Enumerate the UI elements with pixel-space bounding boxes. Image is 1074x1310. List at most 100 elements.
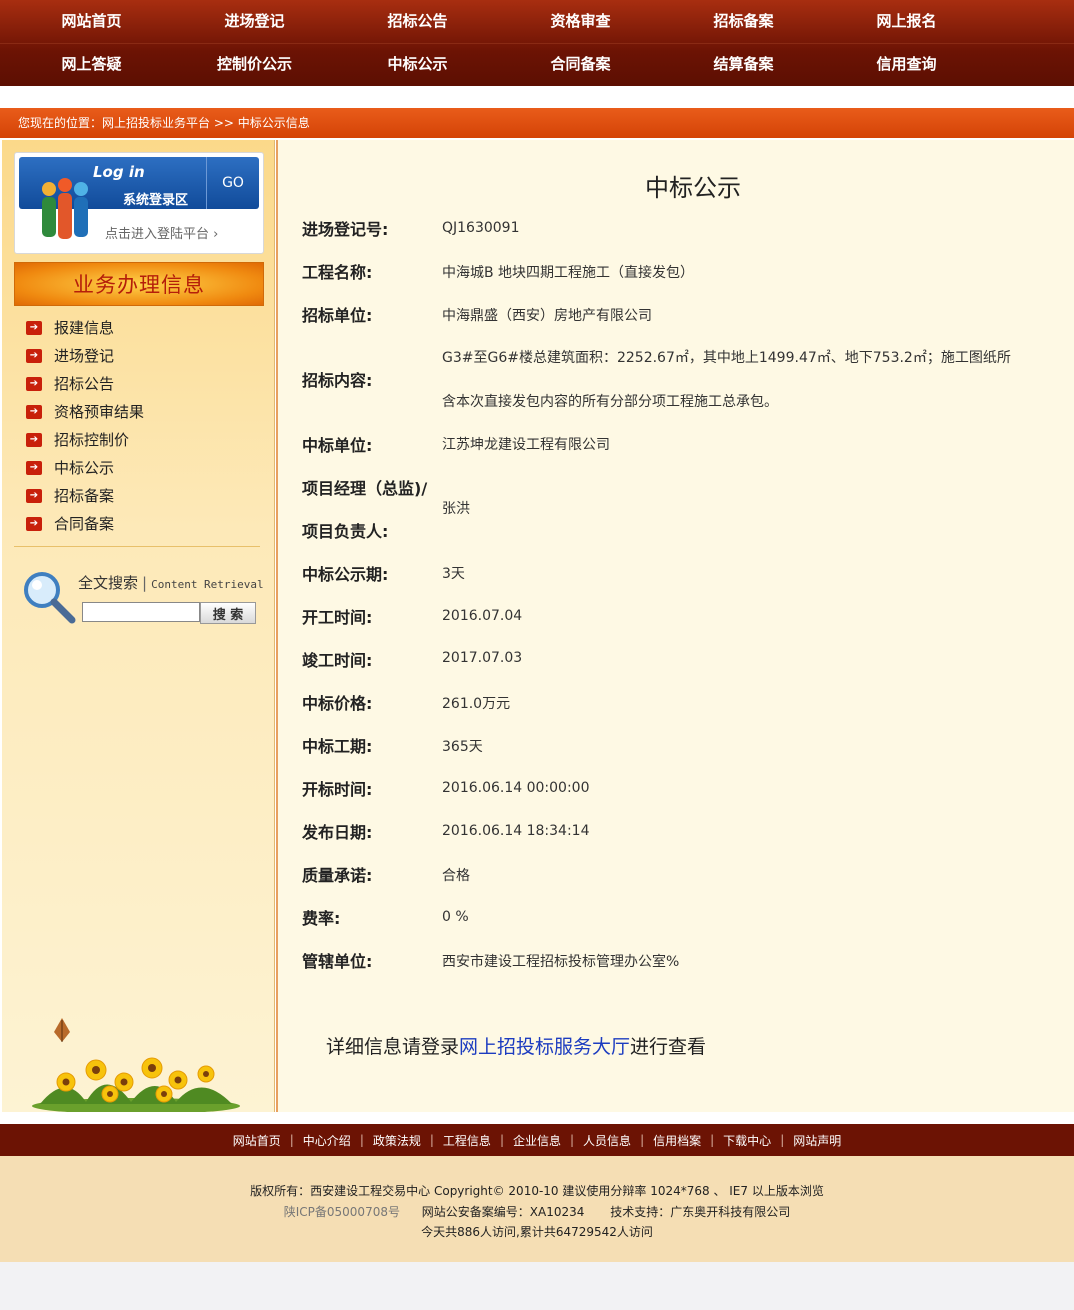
arrow-right-icon: ➔ xyxy=(26,461,42,475)
business-info-list: ➔ 报建信息 ➔ 进场登记 ➔ 招标公告 ➔ 资格预审结果 ➔ 招标控制价 ➔ 中标公示 ➔… xyxy=(26,314,256,538)
footer-link-downloads[interactable]: 下载中心 xyxy=(723,1132,771,1149)
value-entry-number: QJ1630091 xyxy=(442,220,520,236)
nav-tender-announcement[interactable]: 招标公告 xyxy=(336,0,499,43)
arrow-right-icon: ➔ xyxy=(26,349,42,363)
value-winning-price: 261.0万元 xyxy=(442,696,511,712)
icp-link[interactable]: 陕ICP备05000708号 xyxy=(284,1205,400,1219)
value-start-date: 2016.07.04 xyxy=(442,608,523,624)
search-button[interactable]: 搜 索 xyxy=(200,602,256,624)
search-input[interactable] xyxy=(82,602,200,622)
top-nav-row-2: 网上答疑 控制价公示 中标公示 合同备案 结算备案 信用查询 xyxy=(0,43,1074,86)
detail-login-note: 详细信息请登录网上招投标服务大厅进行查看 xyxy=(326,1036,707,1058)
visit-counter: 今天共886人访问,累计共64729542人访问 xyxy=(421,1225,653,1239)
nav-qualification-review[interactable]: 资格审查 xyxy=(499,0,662,43)
label-bid-opening-time: 开标时间: xyxy=(302,780,373,799)
footer-link-policies[interactable]: 政策法规 xyxy=(373,1132,421,1149)
footer-link-credit[interactable]: 信用档案 xyxy=(653,1132,701,1149)
footer-link-statement[interactable]: 网站声明 xyxy=(793,1132,841,1149)
value-completion-date: 2017.07.03 xyxy=(442,650,523,666)
people-icon xyxy=(42,178,88,239)
label-winning-price: 中标价格: xyxy=(302,694,373,713)
value-project-manager: 张洪 xyxy=(442,501,470,517)
business-info-title: 业务办理信息 xyxy=(14,262,264,306)
value-notice-period: 3天 xyxy=(442,566,465,582)
arrow-right-icon: ➔ xyxy=(26,517,42,531)
footer-link-companies[interactable]: 企业信息 xyxy=(513,1132,561,1149)
breadcrumb: 您现在的位置：网上招投标业务平台 >> 中标公示信息 xyxy=(0,108,1074,138)
value-publish-date: 2016.06.14 18:34:14 xyxy=(442,823,590,839)
footer-link-personnel[interactable]: 人员信息 xyxy=(583,1132,631,1149)
copyright-text: 版权所有：西安建设工程交易中心 Copyright© 2010-10 建议使用分… xyxy=(250,1184,824,1198)
chevron-right-icon: › xyxy=(213,227,219,242)
label-fee-rate: 费率: xyxy=(302,909,341,928)
nav-online-registration[interactable]: 网上报名 xyxy=(825,0,988,43)
search-label: 全文搜索 | Content Retrieval xyxy=(78,574,264,592)
footer-navigation: 网站首页 | 中心介绍 | 政策法规 | 工程信息 | 企业信息 | 人员信息 | 信用档案… xyxy=(0,1124,1074,1156)
arrow-right-icon: ➔ xyxy=(26,489,42,503)
sidebar-divider xyxy=(14,546,260,547)
label-construction-period: 中标工期: xyxy=(302,737,373,756)
nav-credit-query[interactable]: 信用查询 xyxy=(825,43,988,86)
biz-item-tender-filing[interactable]: ➔ 招标备案 xyxy=(26,482,256,510)
value-tender-unit: 中海鼎盛（西安）房地产有限公司 xyxy=(442,308,652,324)
value-tender-content-line2: 含本次直接发包内容的所有分部分项工程施工总承包。 xyxy=(442,394,778,410)
label-notice-period: 中标公示期: xyxy=(302,565,389,584)
label-publish-date: 发布日期: xyxy=(302,823,373,842)
login-system-label: 系统登录区 xyxy=(123,193,189,208)
value-jurisdiction-unit: 西安市建设工程招标投标管理办公室% xyxy=(442,954,680,970)
sidebar: Log in 系统登录区 GO 点击进入登陆平台 › 业务办理信息 ➔ 报建信息 … xyxy=(2,140,275,1112)
biz-item-tender-announcement[interactable]: ➔ 招标公告 xyxy=(26,370,256,398)
value-project-name: 中海城B 地块四期工程施工（直接发包） xyxy=(442,265,695,281)
label-entry-number: 进场登记号: xyxy=(302,220,389,239)
label-quality-commitment: 质量承诺: xyxy=(302,866,373,885)
nav-entry-registration[interactable]: 进场登记 xyxy=(173,0,336,43)
label-tender-content: 招标内容: xyxy=(302,371,373,390)
biz-item-construction-report[interactable]: ➔ 报建信息 xyxy=(26,314,256,342)
nav-contract-filing[interactable]: 合同备案 xyxy=(499,43,662,86)
nav-tender-filing[interactable]: 招标备案 xyxy=(662,0,825,43)
filing-info: 陕ICP备05000708号 网站公安备案编号：XA10234 技术支持：广东奥… xyxy=(0,1203,1074,1220)
label-project-manager: 项目经理（总监)/ xyxy=(302,479,428,498)
biz-item-award-notice[interactable]: ➔ 中标公示 xyxy=(26,454,256,482)
login-box[interactable]: Log in 系统登录区 GO 点击进入登陆平台 › xyxy=(14,152,264,254)
arrow-right-icon: ➔ xyxy=(26,405,42,419)
arrow-right-icon: ➔ xyxy=(26,321,42,335)
nav-award-notice[interactable]: 中标公示 xyxy=(336,43,499,86)
police-record: 网站公安备案编号：XA10234 xyxy=(421,1205,585,1219)
label-winning-unit: 中标单位: xyxy=(302,436,373,455)
page: 网站首页 进场登记 招标公告 资格审查 招标备案 网上报名 网上答疑 控制价公示… xyxy=(0,0,1074,1262)
biz-item-prequalification-result[interactable]: ➔ 资格预审结果 xyxy=(26,398,256,426)
biz-item-control-price[interactable]: ➔ 招标控制价 xyxy=(26,426,256,454)
sunflower-decoration xyxy=(32,1018,240,1112)
nav-online-qa[interactable]: 网上答疑 xyxy=(10,43,173,86)
go-button[interactable]: GO xyxy=(206,157,259,209)
arrow-right-icon: ➔ xyxy=(26,377,42,391)
label-project-name: 工程名称: xyxy=(302,263,373,282)
label-start-date: 开工时间: xyxy=(302,608,373,627)
footer-link-projects[interactable]: 工程信息 xyxy=(443,1132,491,1149)
service-hall-link[interactable]: 网上招投标服务大厅 xyxy=(459,1036,630,1058)
value-construction-period: 365天 xyxy=(442,739,483,755)
label-tender-unit: 招标单位: xyxy=(302,306,373,325)
nav-control-price[interactable]: 控制价公示 xyxy=(173,43,336,86)
nav-settlement-filing[interactable]: 结算备案 xyxy=(662,43,825,86)
footer-link-home[interactable]: 网站首页 xyxy=(233,1132,281,1149)
login-title: Log in xyxy=(93,163,145,181)
nav-home[interactable]: 网站首页 xyxy=(10,0,173,43)
breadcrumb-text: 您现在的位置：网上招投标业务平台 >> 中标公示信息 xyxy=(18,116,310,130)
page-title: 中标公示 xyxy=(645,174,741,202)
magnifier-icon xyxy=(24,572,76,624)
tech-support: 技术支持：广东奥开科技有限公司 xyxy=(610,1205,791,1219)
top-nav-row-1: 网站首页 进场登记 招标公告 资格审查 招标备案 网上报名 xyxy=(0,0,1074,44)
value-tender-content-line1: G3#至G6#楼总建筑面积：2252.67㎡，其中地上1499.47㎡、地下75… xyxy=(442,350,1011,366)
arrow-right-icon: ➔ xyxy=(26,433,42,447)
footer-info: 版权所有：西安建设工程交易中心 Copyright© 2010-10 建议使用分… xyxy=(0,1156,1074,1262)
header-spacer xyxy=(0,86,1074,108)
value-quality-commitment: 合格 xyxy=(442,868,470,884)
main-content: 中标公示 进场登记号: QJ1630091 工程名称: 中海城B 地块四期工程施… xyxy=(276,140,1074,1112)
login-entry-link[interactable]: 点击进入登陆平台 › xyxy=(105,223,218,242)
biz-item-entry-registration[interactable]: ➔ 进场登记 xyxy=(26,342,256,370)
label-completion-date: 竣工时间: xyxy=(302,651,373,670)
biz-item-contract-filing[interactable]: ➔ 合同备案 xyxy=(26,510,256,538)
footer-link-about[interactable]: 中心介绍 xyxy=(303,1132,351,1149)
